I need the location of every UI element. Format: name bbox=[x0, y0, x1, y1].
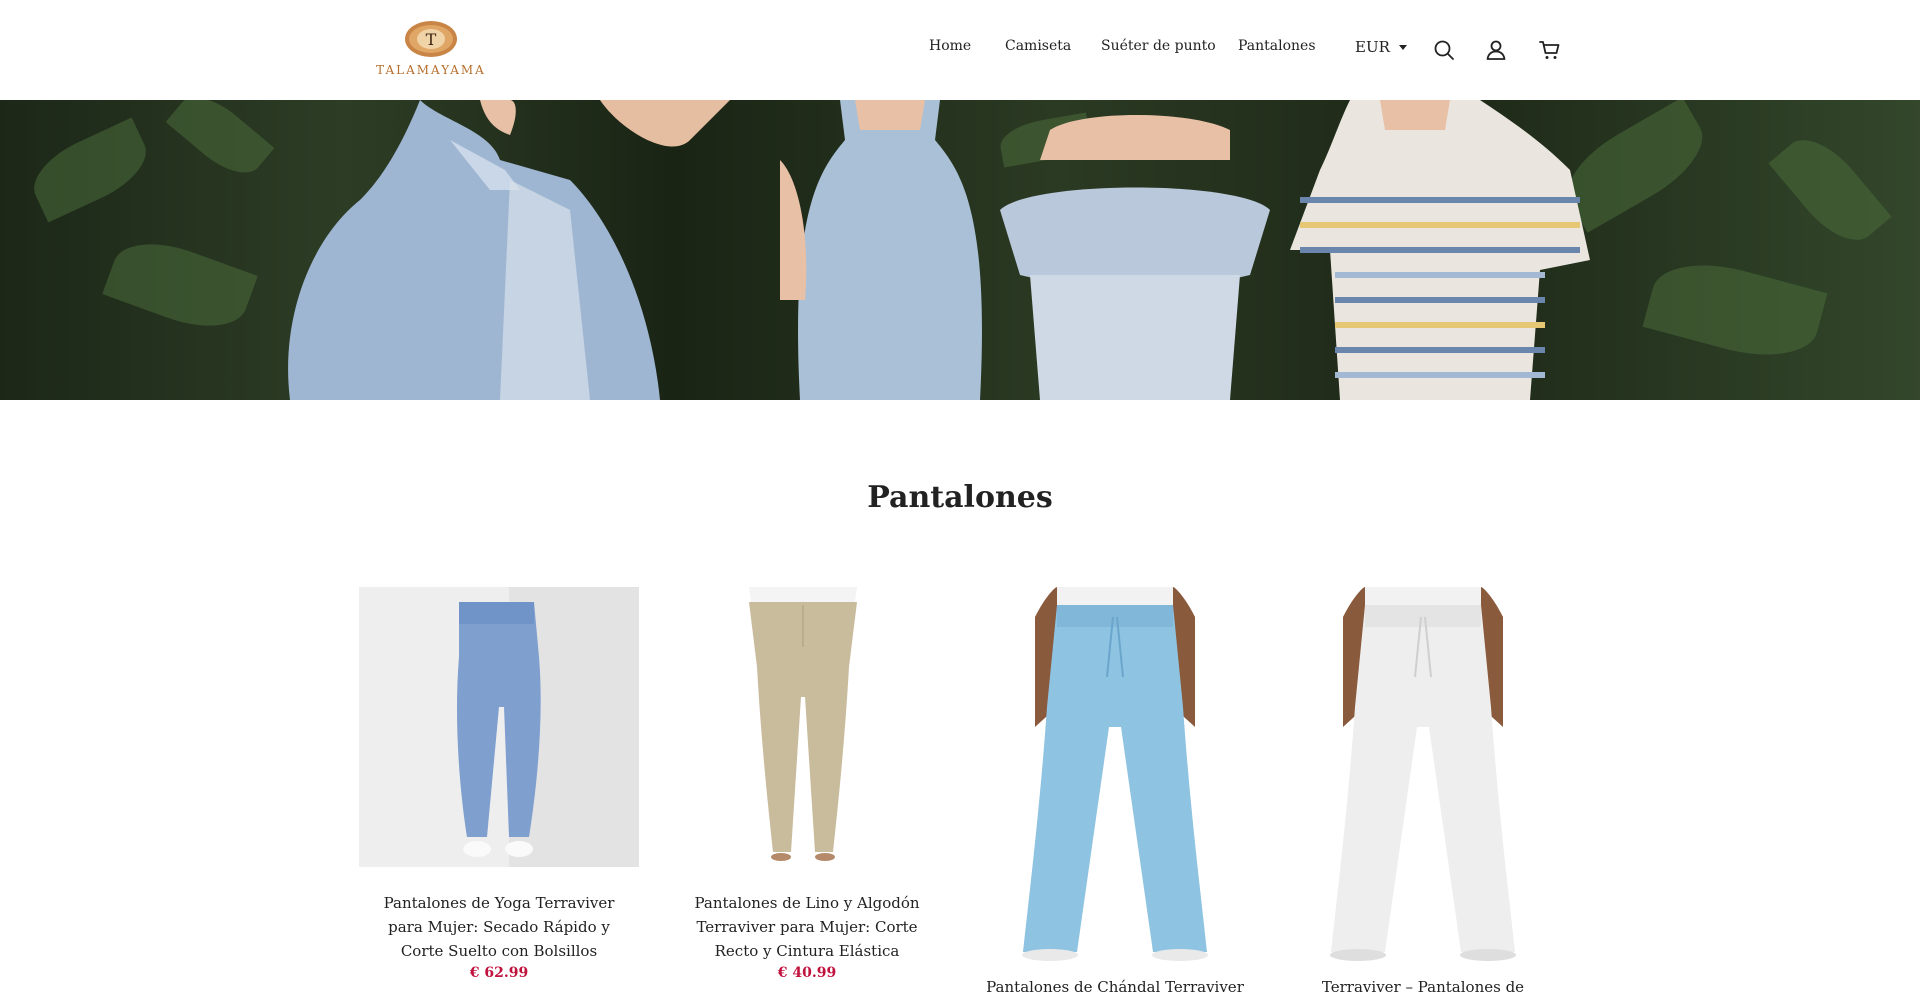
product-title[interactable]: Pantalones de Lino y Algodón Terraviver … bbox=[667, 891, 947, 963]
cart-icon[interactable] bbox=[1538, 38, 1562, 62]
model-ruffle-top-image bbox=[1000, 115, 1270, 400]
nav-pantalones[interactable]: Pantalones bbox=[1238, 38, 1316, 54]
currency-label: EUR bbox=[1355, 38, 1390, 56]
site-header: T TALAMAYAMA Home Camiseta Suéter de pun… bbox=[0, 0, 1920, 100]
model-shirt-image bbox=[288, 100, 730, 400]
product-card[interactable]: Pantalones de Chándal Terraviver bbox=[975, 587, 1255, 993]
search-icon[interactable] bbox=[1432, 38, 1456, 62]
nav-home[interactable]: Home bbox=[929, 38, 971, 54]
product-card[interactable]: Terraviver – Pantalones de Chándal de bbox=[1283, 587, 1563, 993]
product-card[interactable]: Pantalones de Yoga Terraviver para Mujer… bbox=[359, 587, 639, 981]
chevron-down-icon bbox=[1398, 44, 1407, 50]
collection-title: Pantalones bbox=[867, 480, 1053, 515]
product-image[interactable] bbox=[1283, 587, 1563, 967]
product-image[interactable] bbox=[667, 587, 947, 867]
brand-logo[interactable]: T TALAMAYAMA bbox=[376, 18, 486, 80]
product-title[interactable]: Terraviver – Pantalones de Chándal de bbox=[1283, 975, 1563, 993]
product-image[interactable] bbox=[975, 587, 1255, 967]
nav-camiseta[interactable]: Camiseta bbox=[1005, 38, 1071, 54]
product-price: € 40.99 bbox=[777, 965, 837, 981]
hero-banner bbox=[0, 100, 1920, 400]
nav-sueter-de-punto[interactable]: Suéter de punto bbox=[1101, 38, 1216, 54]
logo-emblem-icon: T bbox=[405, 21, 457, 57]
product-image[interactable] bbox=[359, 587, 639, 867]
user-icon[interactable] bbox=[1484, 38, 1508, 62]
logo-monogram: T bbox=[426, 30, 437, 49]
product-title[interactable]: Pantalones de Yoga Terraviver para Mujer… bbox=[359, 891, 639, 963]
product-price: € 62.99 bbox=[469, 965, 529, 981]
currency-selector[interactable]: EUR bbox=[1355, 38, 1407, 56]
model-halter-image bbox=[780, 100, 982, 400]
model-striped-top-image bbox=[1290, 100, 1590, 400]
product-title[interactable]: Pantalones de Chándal Terraviver bbox=[975, 975, 1255, 993]
brand-name: TALAMAYAMA bbox=[376, 63, 486, 77]
product-card[interactable]: Pantalones de Lino y Algodón Terraviver … bbox=[667, 587, 947, 981]
